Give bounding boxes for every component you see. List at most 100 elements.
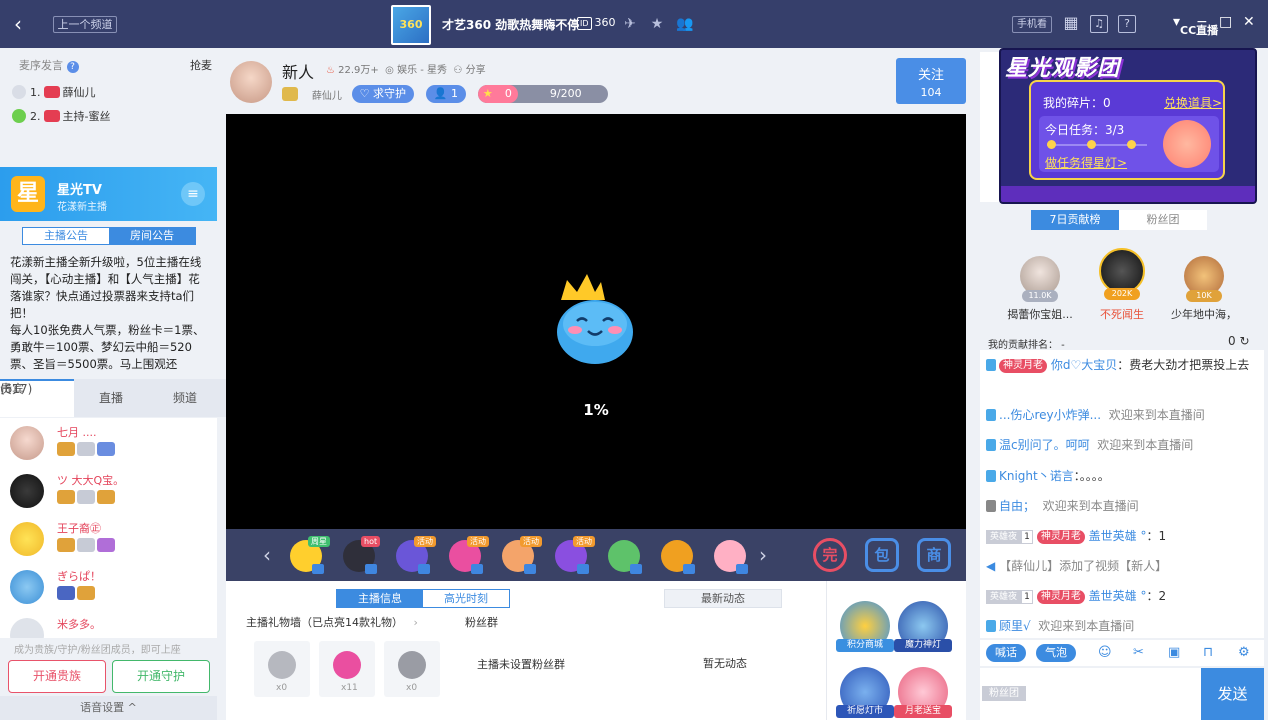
tab-highlights[interactable]: 高光时刻 (423, 590, 509, 607)
menu-icon[interactable]: ≡ (181, 182, 205, 206)
magic-lamp-button[interactable]: 魔力神灯 (894, 601, 952, 652)
fans-group-tag[interactable]: 粉丝团 (982, 686, 1026, 701)
help-icon[interactable]: ? (66, 61, 79, 73)
chat-user[interactable]: 温c别问了。呵呵 (999, 438, 1090, 452)
chat-user[interactable]: ...伤心rey小炸弹... (999, 408, 1101, 422)
wall-gift[interactable]: x0 (384, 641, 440, 697)
tab-fans-group[interactable]: 粉丝团 (1119, 210, 1207, 230)
wall-gift[interactable]: x11 (319, 641, 375, 697)
redeem-link[interactable]: 兑换道具> (1164, 94, 1222, 111)
finish-icon[interactable]: 完 (813, 538, 847, 572)
phone-watch-button[interactable]: 手机看 (1012, 16, 1052, 33)
gift-item[interactable]: 活动 (392, 536, 436, 576)
gift-wall-header[interactable]: 主播礼物墙（已点亮14款礼物） › (246, 614, 418, 630)
channel-banner[interactable]: 星 星光TV 花漾新主播 ≡ (0, 167, 217, 221)
host-avatar[interactable] (230, 61, 272, 103)
gift-item[interactable] (710, 536, 750, 576)
image-icon[interactable]: ▣ (1168, 645, 1180, 660)
star-icon: ★ (482, 87, 493, 100)
gift-item[interactable] (657, 536, 697, 576)
gift-item[interactable]: 活动 (498, 536, 542, 576)
prev-channel-button[interactable]: 上一个频道 (53, 16, 117, 33)
open-noble-button[interactable]: 开通贵族 (8, 660, 106, 693)
host-category[interactable]: 娱乐 - 星秀 (397, 65, 447, 76)
share-button[interactable]: 分享 (466, 65, 486, 76)
chat-message: 温c别问了。呵呵 欢迎来到本直播间 (986, 436, 1262, 454)
video-player[interactable]: 1% (226, 114, 966, 529)
maximize-icon[interactable]: □ (1219, 14, 1232, 30)
gift-item[interactable]: 周星 (286, 536, 330, 576)
help-icon[interactable]: ? (1118, 15, 1136, 33)
back-arrow-icon[interactable]: ‹ (8, 12, 28, 36)
task-link[interactable]: 做任务得星灯> (1045, 154, 1127, 171)
chevron-right-icon[interactable]: › (759, 543, 767, 567)
close-icon[interactable]: ✕ (1243, 14, 1255, 30)
shout-button[interactable]: 喊话 (986, 644, 1026, 662)
tab-host-info[interactable]: 主播信息 (337, 590, 423, 607)
emoji-icon[interactable]: ☺ (1098, 645, 1112, 660)
channel-title: 才艺360 劲歌热舞嗨不停 (442, 18, 580, 32)
fan-level: 1 (1021, 590, 1034, 604)
channel-name: 星光TV (57, 183, 102, 198)
plane-icon[interactable]: ✈ (620, 14, 640, 34)
cc-logo: CC直播 (1180, 24, 1219, 37)
tab-host-notice[interactable]: 主播公告 (23, 228, 109, 244)
bell-icon[interactable]: ♫ (1090, 15, 1108, 33)
points-mall-button[interactable]: 积分商城 (836, 601, 894, 652)
shop-icon[interactable]: 商 (917, 538, 951, 572)
send-button[interactable]: 发送 (1201, 668, 1264, 720)
gift-item[interactable]: 活动 (445, 536, 489, 576)
chat-input[interactable]: 粉丝团 (980, 668, 1202, 720)
chat-user[interactable]: 盖世英雄 ° (1089, 529, 1147, 543)
open-guard-button[interactable]: 开通守护 (112, 660, 210, 693)
rank-item[interactable]: 10K 少年地中海， (1164, 252, 1244, 322)
star-progress[interactable]: ★ 0 9/200 (477, 85, 608, 103)
grab-mic-button[interactable]: 抢麦 (190, 57, 212, 73)
gift-item[interactable]: 活动 (551, 536, 595, 576)
guard-button[interactable]: ♡ 求守护 (351, 85, 415, 103)
settings-icon[interactable]: ⚙ (1238, 645, 1250, 660)
chat-user[interactable]: 盖世英雄 ° (1089, 589, 1147, 603)
tab-mics[interactable]: 直播 (74, 379, 148, 417)
fan-badge: 英雄夜 (986, 590, 1022, 604)
lock-icon[interactable]: ⊓ (1203, 645, 1213, 660)
chevron-left-icon[interactable]: ‹ (263, 543, 271, 567)
scissors-icon[interactable]: ✂ (1133, 645, 1144, 660)
tab-channel[interactable]: 频道 (148, 379, 222, 417)
chat-user[interactable]: 自由； (999, 499, 1035, 513)
matchmaker-button[interactable]: 月老送宝 (894, 667, 952, 718)
my-rank-value: 0 ↻ (1228, 334, 1250, 348)
seat-tip: 成为贵族/守护/粉丝团成员，即可上座 (14, 645, 181, 656)
latest-news-header[interactable]: 最新动态 (664, 589, 782, 608)
rank-item[interactable]: 202K 不死闻生 (1082, 244, 1162, 321)
users-icon[interactable]: 👥 (675, 14, 695, 34)
grid-icon[interactable]: ▦ (1062, 15, 1080, 33)
refresh-icon[interactable]: ↻ (1239, 334, 1249, 348)
guard-count[interactable]: 👤 1 (425, 85, 467, 103)
god-badge: 神灵月老 (999, 359, 1047, 373)
package-icon[interactable]: 包 (865, 538, 899, 572)
tab-7day-rank[interactable]: 7日贡献榜 (1031, 210, 1119, 230)
promo-banner[interactable]: 星光观影团 我的碎片：0 兑换道具> 今日任务：3/3 做任务得星灯> (999, 48, 1257, 204)
rank-item[interactable]: 11.0K 揭蕾你宝姐... (1000, 252, 1080, 322)
chat-toolbar: 喊话 气泡 ☺ ✂ ▣ ⊓ ⚙ (980, 640, 1264, 666)
chat-user[interactable]: 你d♡大宝贝 (1051, 358, 1117, 372)
seat-item[interactable]: 1. 薛仙儿 (12, 84, 96, 100)
tab-guests[interactable]: 贵宾 (617) (0, 379, 74, 417)
minimize-icon[interactable]: ▾ (1173, 14, 1180, 30)
avatar (10, 474, 44, 508)
gift-item[interactable]: hot (339, 536, 381, 576)
divider (826, 581, 827, 720)
star-icon[interactable]: ★ (647, 14, 667, 34)
bubble-button[interactable]: 气泡 (1036, 644, 1076, 662)
voice-settings-button[interactable]: 语音设置 ^ (0, 696, 217, 720)
seat-item[interactable]: 2. 主持-蜜丝 (12, 108, 110, 124)
tab-room-notice[interactable]: 房间公告 (109, 228, 195, 244)
follow-button[interactable]: 关注 104 (896, 58, 966, 104)
chat-user[interactable]: 顾里√ (999, 619, 1031, 633)
chat-user[interactable]: Knight丶诺言 (999, 469, 1074, 483)
wish-lamp-button[interactable]: 祈愿灯市 (836, 667, 894, 718)
gift-icon (333, 651, 361, 679)
gift-item[interactable] (604, 536, 644, 576)
wall-gift[interactable]: x0 (254, 641, 310, 697)
